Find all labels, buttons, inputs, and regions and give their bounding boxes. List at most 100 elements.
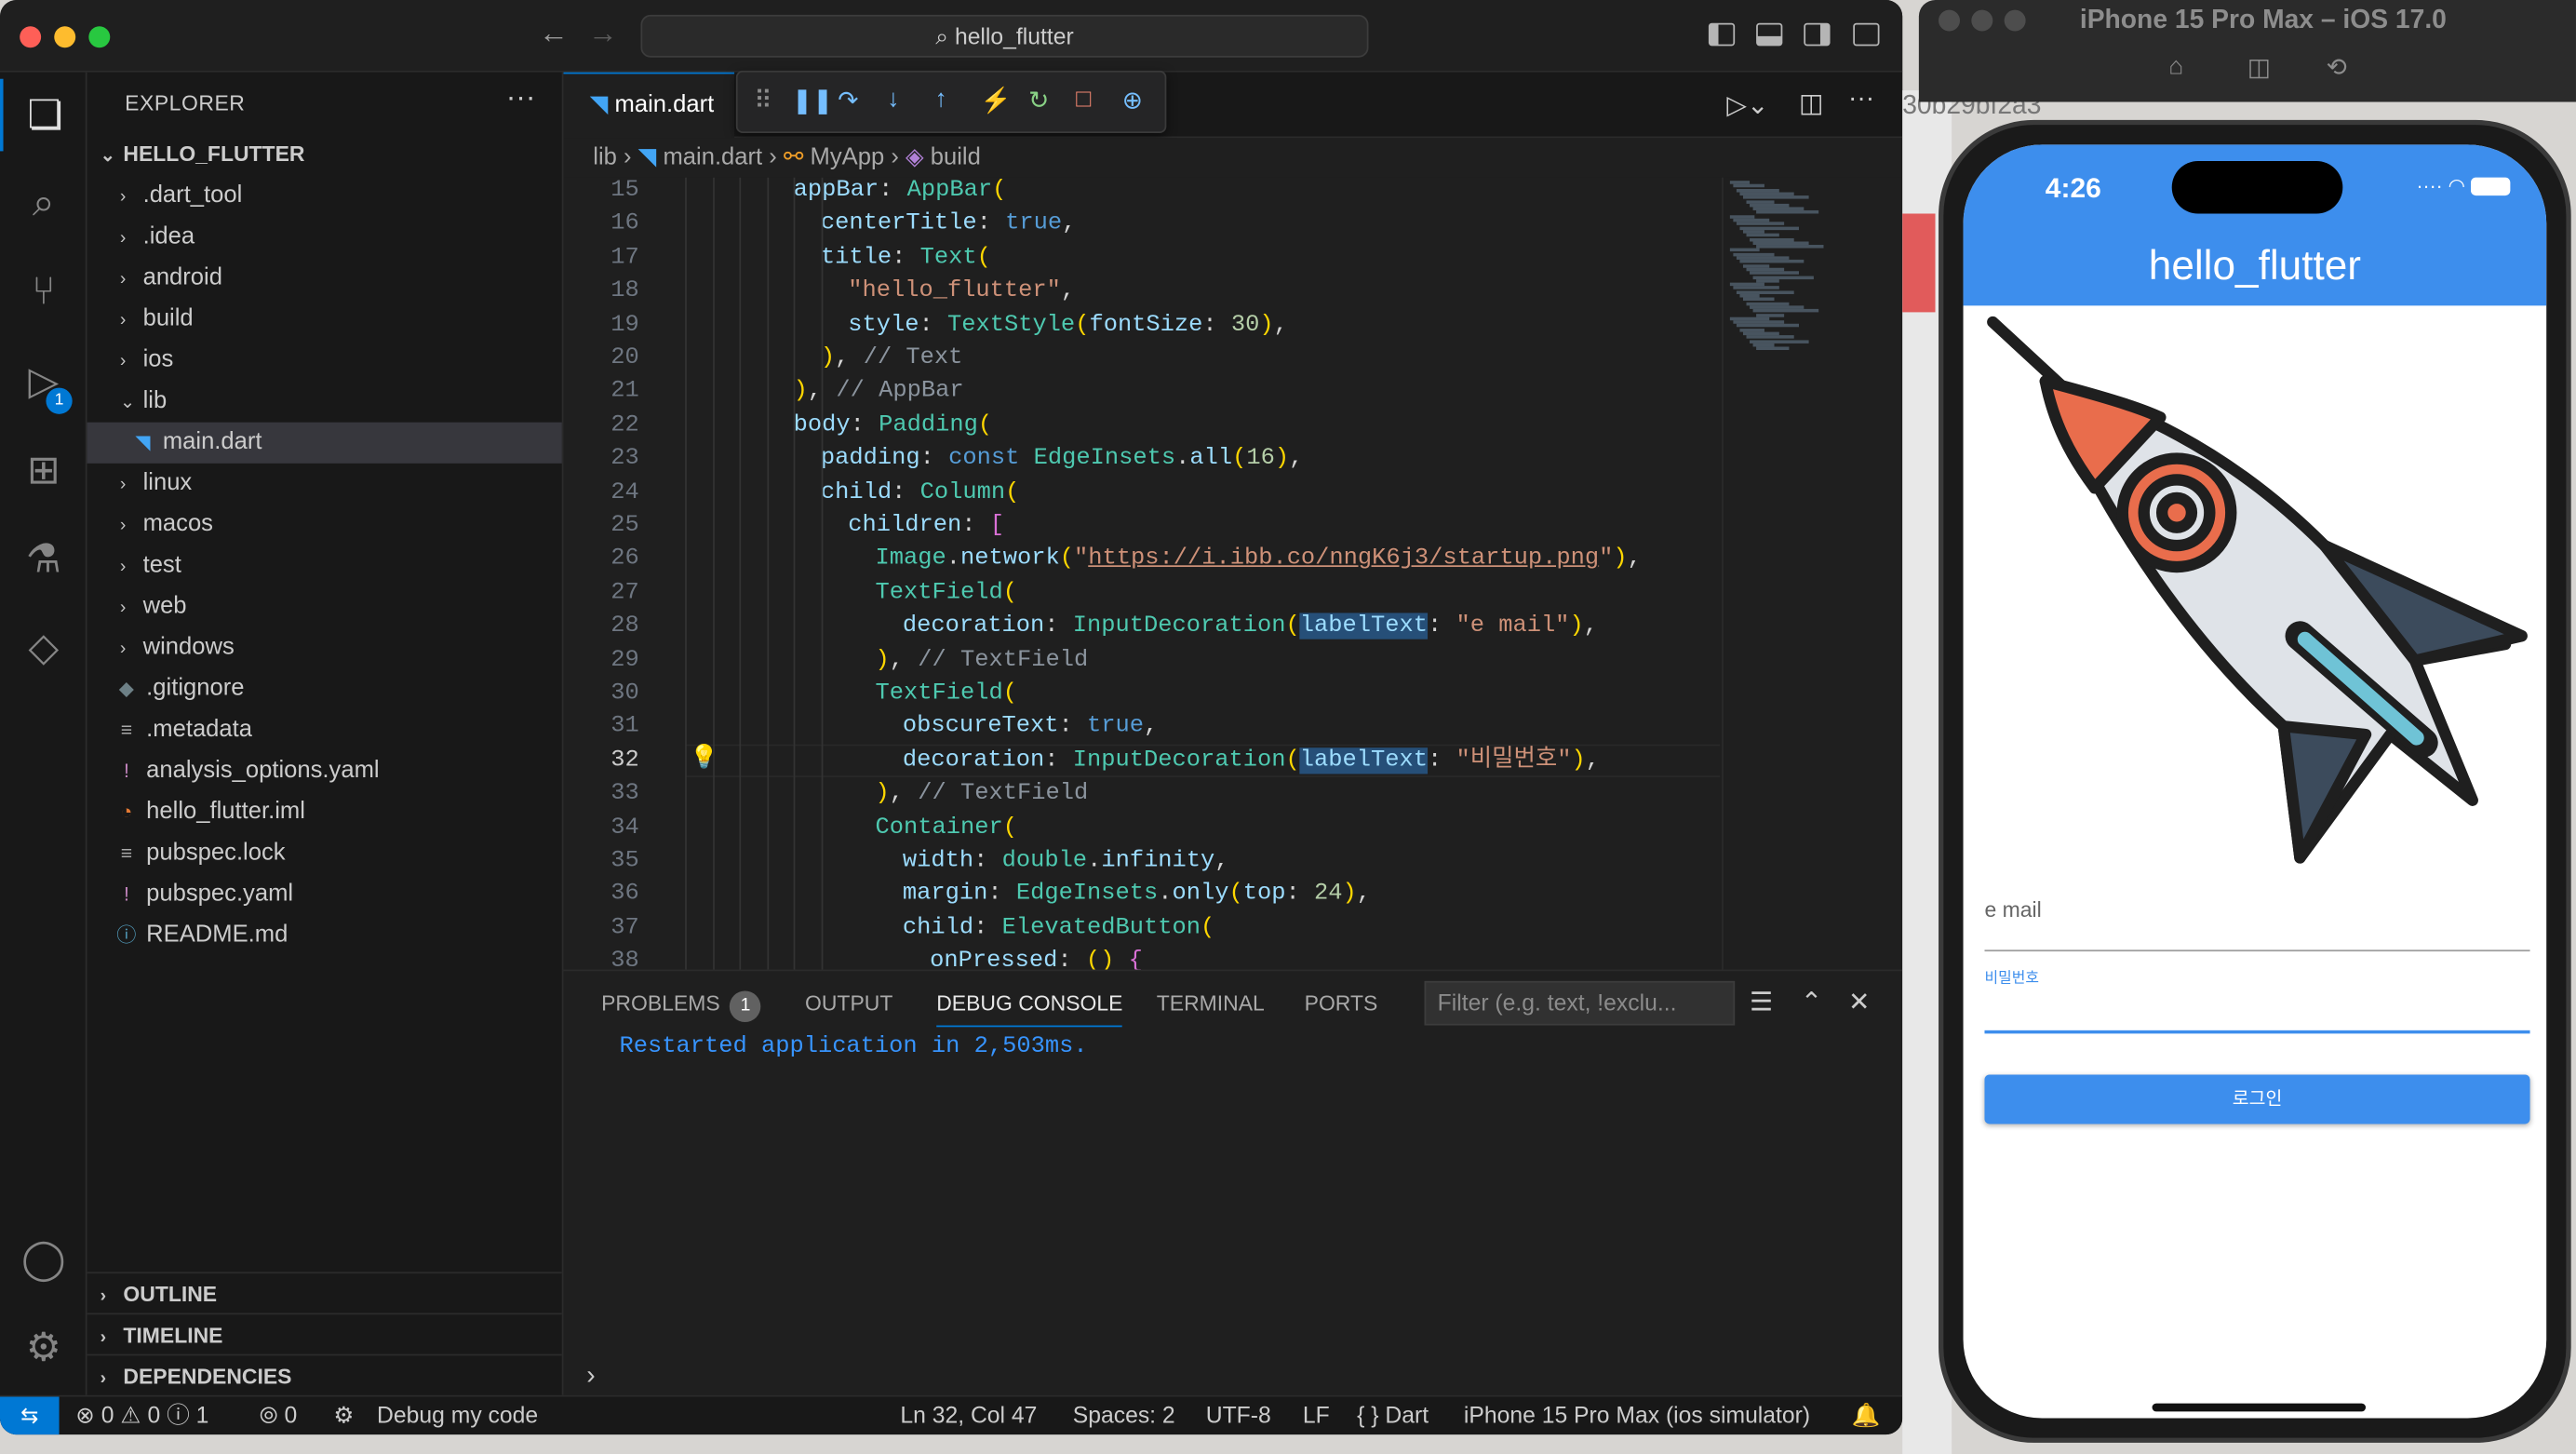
code-line[interactable]: 16 centerTitle: true, <box>563 208 1713 241</box>
tree-item-linux[interactable]: › linux <box>87 464 562 505</box>
tree-item-web[interactable]: › web <box>87 586 562 627</box>
simulator-minimize-button[interactable] <box>1971 9 1993 32</box>
code-line[interactable]: 20), // Text <box>563 342 1713 375</box>
zoom-window-button[interactable] <box>88 26 111 48</box>
outline-section[interactable]: › OUTLINE <box>87 1272 562 1313</box>
code-line[interactable]: 22 body: Padding( <box>563 409 1713 442</box>
code-line[interactable]: 32 decoration: InputDecoration(labelText:… <box>563 744 1713 777</box>
code-line[interactable]: 33), // TextField <box>563 777 1713 811</box>
close-panel-icon[interactable]: ✕ <box>1848 986 1871 1018</box>
console-input-prompt[interactable]: › <box>586 1362 595 1392</box>
more-actions-icon[interactable]: ··· <box>506 80 536 114</box>
source-control-icon[interactable]: ⑂ <box>0 256 87 329</box>
tab-output[interactable]: OUTPUT <box>805 990 892 1015</box>
timeline-section[interactable]: › TIMELINE <box>87 1313 562 1353</box>
password-field-label[interactable]: 비밀번호 <box>1984 966 2529 988</box>
step-into-icon[interactable]: ↓ <box>887 86 899 114</box>
code-line[interactable]: 15 appBar: AppBar( <box>563 178 1713 208</box>
extensions-icon[interactable]: ⊞ <box>0 434 87 506</box>
indentation[interactable]: Spaces: 2 <box>1073 1397 1175 1435</box>
code-line[interactable]: 23 padding: const EdgeInsets.all(16), <box>563 442 1713 476</box>
accounts-icon[interactable]: ◯ <box>0 1222 87 1295</box>
workspace-root[interactable]: ⌄ HELLO_FLUTTER <box>101 141 305 166</box>
tab-debug-console[interactable]: DEBUG CONSOLE <box>936 990 1123 1028</box>
tree-item-android[interactable]: › android <box>87 258 562 299</box>
encoding[interactable]: UTF-8 <box>1206 1397 1271 1435</box>
run-icon[interactable]: ▷⌄ <box>1726 88 1768 121</box>
explorer-icon[interactable]: ❏ <box>0 78 87 152</box>
code-line[interactable]: 36 margin: EdgeInsets.only(top: 24), <box>563 878 1713 911</box>
code-line[interactable]: 17 title: Text( <box>563 241 1713 275</box>
problems-status[interactable]: ⊗ 0 ⚠ 0 ⓘ 1 <box>75 1397 208 1435</box>
code-line[interactable]: 38 onPressed: () { <box>563 945 1713 970</box>
toggle-primary-sidebar-icon[interactable] <box>1708 22 1736 47</box>
tree-item-macos[interactable]: › macos <box>87 505 562 545</box>
code-line[interactable]: 37 child: ElevatedButton( <box>563 911 1713 945</box>
code-line[interactable]: 27 TextField( <box>563 576 1713 610</box>
code-line[interactable]: 35 width: double.infinity, <box>563 844 1713 878</box>
rotate-icon[interactable]: ⟲ <box>2327 52 2347 82</box>
code-line[interactable]: 24 child: Column( <box>563 476 1713 509</box>
breadcrumb-lib[interactable]: lib <box>593 144 617 170</box>
code-line[interactable]: 19 style: TextStyle(fontSize: 30), <box>563 308 1713 342</box>
email-field-label[interactable]: e mail <box>1984 897 2529 922</box>
devtools-icon[interactable]: ⊕ <box>1122 86 1143 115</box>
ports-status[interactable]: ⦾ 0 <box>260 1397 297 1435</box>
tree-item-idea[interactable]: › .idea <box>87 217 562 258</box>
simulator-zoom-button[interactable] <box>2004 9 2026 32</box>
toggle-secondary-sidebar-icon[interactable] <box>1804 22 1831 47</box>
code-line[interactable]: 31 obscureText: true, <box>563 710 1713 744</box>
simulator-close-button[interactable] <box>1939 9 1961 32</box>
tab-main-dart[interactable]: ◥ main.dart <box>563 72 735 139</box>
code-line[interactable]: 28 decoration: InputDecoration(labelText:… <box>563 610 1713 643</box>
device-selector[interactable]: iPhone 15 Pro Max (ios simulator) <box>1464 1397 1810 1435</box>
drag-handle-icon[interactable]: ⠿ <box>754 86 771 115</box>
customize-layout-icon[interactable] <box>1853 22 1880 47</box>
tree-item-gitignore[interactable]: ◆ .gitignore <box>87 668 562 709</box>
restart-icon[interactable]: ↻ <box>1028 86 1049 115</box>
line-ending[interactable]: LF <box>1303 1397 1330 1435</box>
more-actions-icon[interactable]: ··· <box>1848 86 1874 115</box>
stop-icon[interactable]: □ <box>1076 86 1091 114</box>
tab-ports[interactable]: PORTS <box>1305 990 1378 1015</box>
tree-item-dart-tool[interactable]: › .dart_tool <box>87 176 562 217</box>
search-icon[interactable]: ⌕ <box>0 168 87 240</box>
maximize-panel-icon[interactable]: ⌃ <box>1801 986 1823 1018</box>
cursor-position[interactable]: Ln 32, Col 47 <box>900 1397 1037 1435</box>
clear-console-icon[interactable]: ☰ <box>1750 986 1773 1018</box>
code-line[interactable]: 26 Image.network("https://i.ibb.co/nngK6j… <box>563 543 1713 576</box>
tree-item-pubspec-lock[interactable]: ≡ pubspec.lock <box>87 833 562 874</box>
tree-item-pubspec-yaml[interactable]: ! pubspec.yaml <box>87 874 562 915</box>
breadcrumb-class[interactable]: MyApp <box>811 144 885 170</box>
tree-item-test[interactable]: › test <box>87 545 562 586</box>
home-icon[interactable]: ⌂ <box>2168 52 2183 80</box>
back-arrow-icon[interactable]: ← <box>539 17 569 51</box>
command-center-search[interactable]: ⌕ hello_flutter <box>640 14 1369 58</box>
testing-icon[interactable]: ⚗ <box>0 522 87 595</box>
code-line[interactable]: 18 "hello_flutter", <box>563 275 1713 308</box>
settings-gear-icon[interactable]: ⚙ <box>0 1312 87 1384</box>
code-line[interactable]: 21), // AppBar <box>563 375 1713 409</box>
breadcrumb-method[interactable]: build <box>931 144 981 170</box>
tree-item-readme[interactable]: ⓘ README.md <box>87 915 562 956</box>
breadcrumb-file[interactable]: main.dart <box>663 144 762 170</box>
step-over-icon[interactable]: ↷ <box>838 86 858 115</box>
flutter-icon[interactable]: ◇ <box>0 612 87 684</box>
code-line[interactable]: 30 TextField( <box>563 677 1713 710</box>
remote-indicator-icon[interactable]: ⇆ <box>0 1396 60 1435</box>
tab-terminal[interactable]: TERMINAL <box>1157 990 1265 1015</box>
screenshot-icon[interactable]: ◫ <box>2247 52 2271 82</box>
pause-icon[interactable]: ❚❚ <box>792 86 833 115</box>
toggle-panel-icon[interactable] <box>1756 22 1783 47</box>
forward-arrow-icon[interactable]: → <box>588 17 618 51</box>
minimize-window-button[interactable] <box>54 26 76 48</box>
run-debug-icon[interactable]: ▷ 1 <box>0 345 87 418</box>
code-line[interactable]: 34 Container( <box>563 811 1713 844</box>
code-line[interactable]: 29), // TextField <box>563 643 1713 677</box>
debug-console-filter-input[interactable]: Filter (e.g. text, !exclu... <box>1424 980 1736 1026</box>
code-line[interactable]: 25 children: [ <box>563 509 1713 543</box>
tree-item-iml[interactable]: ◔ hello_flutter.iml <box>87 792 562 833</box>
dependencies-section[interactable]: › DEPENDENCIES <box>87 1353 562 1395</box>
tree-item-windows[interactable]: › windows <box>87 627 562 668</box>
step-out-icon[interactable]: ↑ <box>934 86 946 114</box>
